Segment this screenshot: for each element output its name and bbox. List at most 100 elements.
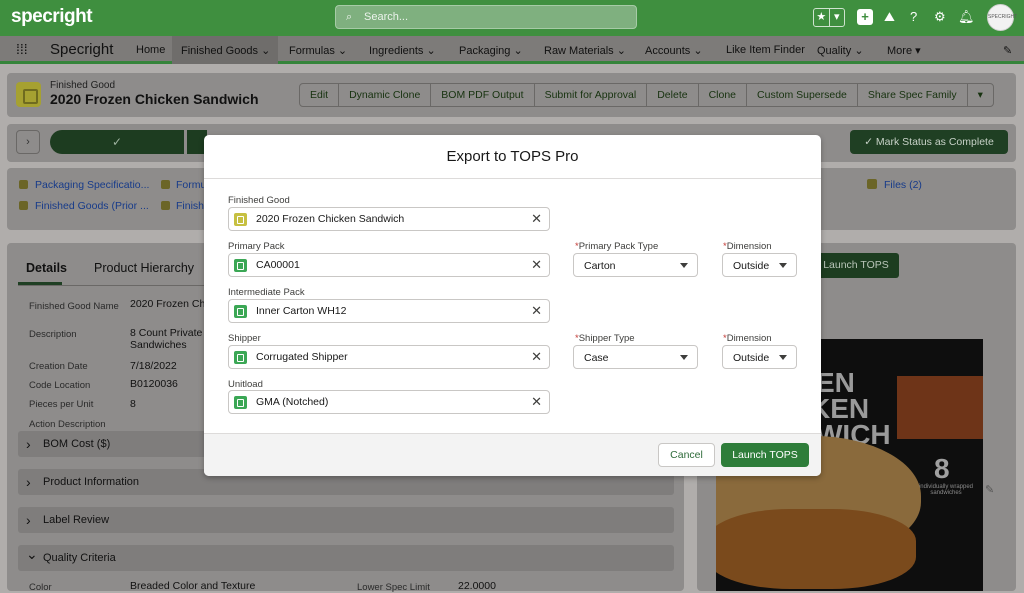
nav-finished-goods[interactable]: Finished Goods ⌄ (172, 36, 279, 64)
nav-ingredients[interactable]: Ingredients ⌄ (369, 44, 436, 57)
clone-button[interactable]: Clone (699, 84, 748, 106)
modal-title: Export to TOPS Pro (204, 135, 821, 179)
path-step-complete[interactable]: ✓ (50, 130, 184, 154)
search-input[interactable]: ⌕ Search... (335, 5, 637, 29)
edit-nav-icon[interactable]: ✎ (1003, 44, 1012, 57)
avatar[interactable]: SPECRIGHT (987, 4, 1017, 31)
intermediate-pack-field[interactable]: Inner Carton WH12 ✕ (228, 299, 550, 323)
nav-raw-materials-label: Raw Materials (544, 45, 614, 57)
bom-pdf-output-button[interactable]: BOM PDF Output (431, 84, 535, 106)
related-link-finished[interactable]: Finish (176, 200, 204, 212)
related-link-finished-goods[interactable]: Finished Goods (Prior ... (35, 200, 149, 212)
edit-image-icon[interactable]: ✎ (985, 483, 994, 496)
bell-icon[interactable]: 🔔︎ (958, 9, 975, 25)
launch-tops-button-bg[interactable]: Launch TOPS (813, 253, 899, 278)
related-link-packaging[interactable]: Packaging Specificatio... (35, 179, 149, 191)
tab-details[interactable]: Details (26, 261, 67, 275)
custom-supersede-button[interactable]: Custom Supersede (747, 84, 858, 106)
favorites-button[interactable]: ★ ▾ (813, 8, 845, 27)
tab-product-hierarchy[interactable]: Product Hierarchy (94, 261, 194, 275)
field-label: Creation Date (29, 361, 88, 372)
caret-down-icon (779, 263, 787, 268)
primary-pack-label: Primary Pack (228, 241, 285, 252)
delete-button[interactable]: Delete (647, 84, 699, 106)
files-icon (867, 179, 877, 189)
nav-packaging[interactable]: Packaging ⌄ (459, 44, 523, 57)
related-link-files[interactable]: Files (2) (884, 179, 922, 191)
nav-home[interactable]: Home (136, 44, 165, 56)
section-label-review[interactable]: Label Review (18, 507, 674, 533)
field-value: 8 (130, 398, 136, 410)
gear-icon[interactable]: ⚙ (934, 9, 946, 25)
launch-tops-button[interactable]: Launch TOPS (721, 443, 809, 467)
primary-dimension-select[interactable]: Outside (722, 253, 797, 277)
app-logo[interactable]: specright (11, 6, 93, 28)
record-type: Finished Good (50, 80, 116, 91)
add-icon[interactable]: + (857, 9, 873, 25)
nav-packaging-label: Packaging (459, 45, 511, 57)
clear-icon[interactable]: ✕ (531, 257, 542, 273)
primary-dimension-label: *Dimension (723, 241, 772, 252)
section-quality-criteria[interactable]: Quality Criteria (18, 541, 674, 571)
unitload-field[interactable]: GMA (Notched) ✕ (228, 390, 550, 414)
dynamic-clone-button[interactable]: Dynamic Clone (339, 84, 432, 106)
chevron-down-icon[interactable]: ⌄ (427, 45, 436, 57)
primary-pack-field[interactable]: CA00001 ✕ (228, 253, 550, 277)
clear-icon[interactable]: ✕ (531, 303, 542, 319)
chevron-down-icon[interactable]: ▾ (830, 9, 845, 26)
nav-raw-materials[interactable]: Raw Materials ⌄ (544, 44, 626, 57)
packaging-record-icon (234, 351, 247, 364)
clear-icon[interactable]: ✕ (531, 349, 542, 365)
chevron-down-icon[interactable]: ⌄ (854, 45, 863, 57)
cancel-button[interactable]: Cancel (658, 443, 715, 467)
field-label: Code Location (29, 380, 91, 391)
chevron-down-icon[interactable]: ⌄ (617, 45, 626, 57)
chevron-down-icon[interactable]: ⌄ (338, 45, 347, 57)
submit-for-approval-button[interactable]: Submit for Approval (535, 84, 648, 106)
primary-pack-type-select[interactable]: Carton (573, 253, 698, 277)
help-icon[interactable]: ? (910, 9, 917, 25)
package-text-line-1: EN (816, 367, 855, 398)
app-launcher-icon[interactable]: ⁞⁞⁞ (16, 42, 32, 58)
nav-accounts[interactable]: Accounts ⌄ (645, 44, 703, 57)
caret-down-icon[interactable]: ▾ (915, 45, 921, 57)
nav-more[interactable]: More ▾ (887, 44, 921, 57)
intermediate-pack-label: Intermediate Pack (228, 287, 305, 298)
star-icon[interactable]: ★ (814, 9, 830, 26)
shipper-type-label-text: Shipper Type (578, 333, 635, 344)
shipper-label: Shipper (228, 333, 261, 344)
mark-status-complete-button[interactable]: ✓ Mark Status as Complete (850, 130, 1008, 154)
field-label: Action Description (29, 419, 106, 430)
related-link-formulas[interactable]: Formu (176, 179, 206, 191)
chevron-down-icon[interactable]: ⌄ (513, 45, 522, 57)
mark-status-label: Mark Status as Complete (875, 136, 994, 148)
shipper-dimension-label: *Dimension (723, 333, 772, 344)
share-spec-family-button[interactable]: Share Spec Family (858, 84, 968, 106)
finished-good-label: Finished Good (228, 195, 290, 206)
qc-color-label: Color (29, 582, 52, 593)
export-modal: Export to TOPS Pro Finished Good 2020 Fr… (204, 135, 821, 476)
nav-more-label: More (887, 45, 913, 57)
finished-goods-icon (19, 201, 28, 210)
more-actions-icon[interactable]: ▾ (968, 84, 993, 106)
clear-icon[interactable]: ✕ (531, 394, 542, 410)
page-title: 2020 Frozen Chicken Sandwich (50, 91, 259, 107)
clear-icon[interactable]: ✕ (531, 211, 542, 227)
trailhead-icon[interactable]: ⛰ (884, 9, 895, 25)
field-value: 7/18/2022 (130, 360, 177, 372)
nav-like-item-finder[interactable]: Like Item Finder (726, 44, 805, 56)
chevron-down-icon[interactable]: ⌄ (261, 45, 270, 57)
sandwich-chicken (716, 509, 916, 589)
shipper-field[interactable]: Corrugated Shipper ✕ (228, 345, 550, 369)
nav-formulas[interactable]: Formulas ⌄ (289, 44, 347, 57)
edit-button[interactable]: Edit (300, 84, 340, 106)
finished-icon (161, 201, 170, 210)
path-toggle-button[interactable]: › (16, 130, 40, 154)
chevron-down-icon[interactable]: ⌄ (693, 45, 702, 57)
nav-quality[interactable]: Quality ⌄ (817, 44, 864, 57)
search-placeholder: Search... (364, 11, 409, 23)
qc-color-value: Breaded Color and Texture (130, 580, 256, 592)
shipper-dimension-select[interactable]: Outside (722, 345, 797, 369)
shipper-type-select[interactable]: Case (573, 345, 698, 369)
finished-good-field[interactable]: 2020 Frozen Chicken Sandwich ✕ (228, 207, 550, 231)
